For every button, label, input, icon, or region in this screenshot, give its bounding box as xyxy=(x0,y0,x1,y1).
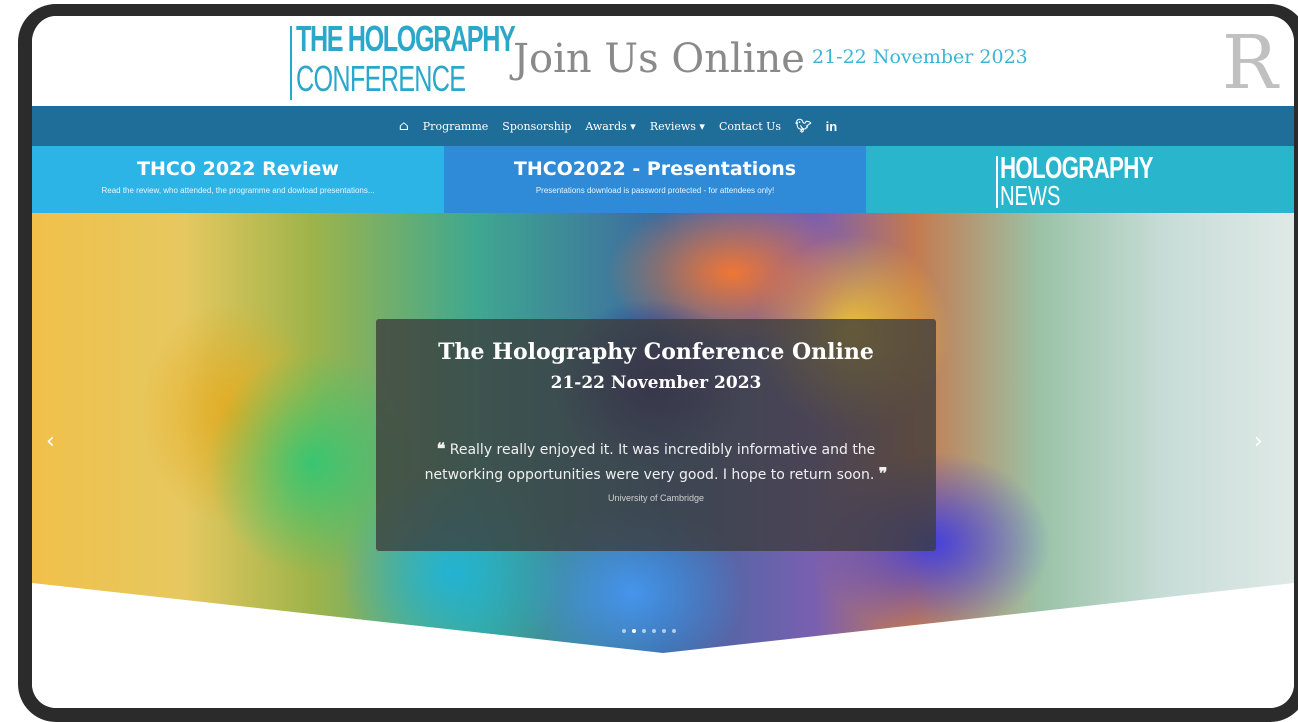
logo-line1: THE HOLOGRAPHY xyxy=(296,18,516,59)
nav-awards-label: Awards xyxy=(585,119,627,133)
nav-programme[interactable]: Programme xyxy=(423,120,489,133)
nav-awards[interactable]: Awards ▾ xyxy=(585,120,635,133)
promo-presentations-subtitle: Presentations download is password prote… xyxy=(535,186,775,195)
quote-close-icon: ❞ xyxy=(878,464,888,483)
device-frame: THE HOLOGRAPHY CONFERENCE Join Us Online… xyxy=(18,4,1298,722)
slide-dot[interactable] xyxy=(672,629,676,633)
slide-dot[interactable] xyxy=(622,629,626,633)
slide-indicators xyxy=(622,629,676,633)
prev-slide-icon[interactable]: ‹ xyxy=(46,429,55,454)
conference-logo[interactable]: THE HOLOGRAPHY CONFERENCE xyxy=(290,16,516,106)
holography-news-logo: HOLOGRAPHY NEWS xyxy=(996,150,1212,212)
nav-contact[interactable]: Contact Us xyxy=(719,120,781,133)
browser-screen: THE HOLOGRAPHY CONFERENCE Join Us Online… xyxy=(32,16,1294,708)
hero-slider: ‹ › The Holography Conference Online 21-… xyxy=(32,213,1294,663)
logo-bar xyxy=(290,26,292,100)
hero-title: The Holography Conference Online xyxy=(438,339,874,365)
join-headline: Join Us Online xyxy=(513,36,805,82)
partner-logo: R xyxy=(1222,20,1278,106)
nav-sponsorship[interactable]: Sponsorship xyxy=(502,120,571,133)
quote-text: Really really enjoyed it. It was incredi… xyxy=(424,442,876,483)
promo-holography-news[interactable]: HOLOGRAPHY NEWS xyxy=(866,146,1294,213)
promo-presentations[interactable]: THCO2022 - Presentations Presentations d… xyxy=(444,146,866,213)
testimonial-source: University of Cambridge xyxy=(607,493,705,503)
hero-dates: 21-22 November 2023 xyxy=(550,373,762,393)
nav-reviews-label: Reviews xyxy=(649,119,696,133)
quote-open-icon: ❝ xyxy=(436,439,446,458)
news-logo-bar xyxy=(996,156,998,208)
chevron-down-icon: ▾ xyxy=(630,119,636,133)
hero-caption: The Holography Conference Online 21-22 N… xyxy=(376,319,936,551)
slide-dot[interactable] xyxy=(632,629,636,633)
news-logo-line2: NEWS xyxy=(1000,180,1061,211)
hero-bottom-shape xyxy=(32,583,1294,663)
next-slide-icon[interactable]: › xyxy=(1254,429,1263,454)
promo-review-title: THCO 2022 Review xyxy=(137,158,339,180)
slide-dot[interactable] xyxy=(642,629,646,633)
logo-line2: CONFERENCE xyxy=(296,58,466,99)
twitter-icon[interactable]: 🐦︎ xyxy=(795,118,812,134)
nav-reviews[interactable]: Reviews ▾ xyxy=(650,120,705,133)
main-nav: ⌂ Programme Sponsorship Awards ▾ Reviews… xyxy=(32,106,1294,146)
testimonial-quote: ❝ Really really enjoyed it. It was incre… xyxy=(398,437,914,487)
promo-review-subtitle: Read the review, who attended, the progr… xyxy=(101,186,375,195)
slide-dot[interactable] xyxy=(652,629,656,633)
header-dates: 21-22 November 2023 xyxy=(812,46,1028,68)
promo-review[interactable]: THCO 2022 Review Read the review, who at… xyxy=(32,146,444,213)
slide-dot[interactable] xyxy=(662,629,666,633)
chevron-down-icon: ▾ xyxy=(699,119,705,133)
promo-presentations-title: THCO2022 - Presentations xyxy=(513,158,797,180)
home-icon[interactable]: ⌂ xyxy=(399,119,409,134)
linkedin-icon[interactable]: in xyxy=(826,119,838,134)
